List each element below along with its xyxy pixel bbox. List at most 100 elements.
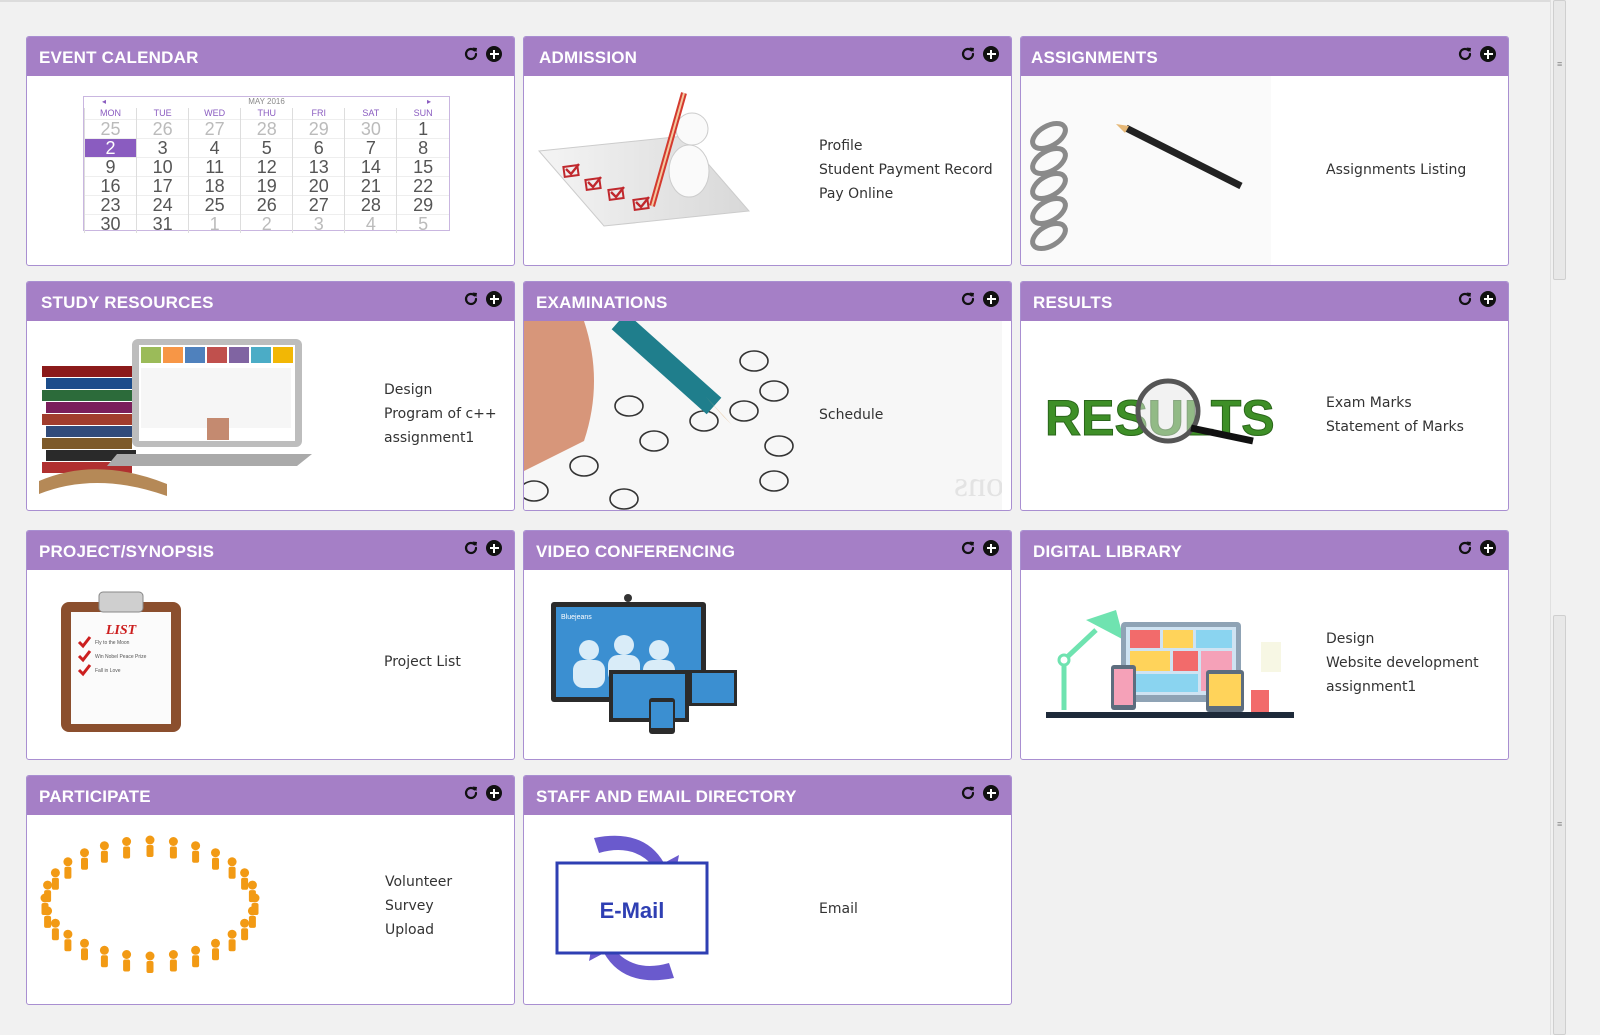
admission-link[interactable]: Student Payment Record — [819, 158, 993, 182]
plus-circle-icon[interactable] — [983, 46, 999, 62]
plus-circle-icon[interactable] — [983, 540, 999, 556]
calendar-day[interactable]: 11 — [188, 156, 241, 176]
calendar-day[interactable]: 23 — [83, 194, 137, 214]
calendar-weekday: MON — [83, 108, 137, 119]
calendar-day[interactable]: 17 — [136, 175, 189, 195]
refresh-icon[interactable] — [1457, 540, 1473, 556]
calendar-day[interactable]: 29 — [396, 194, 449, 214]
checklist-figure-illustration — [537, 92, 751, 227]
refresh-icon[interactable] — [463, 540, 479, 556]
project-synopsis-link[interactable]: Project List — [384, 650, 461, 674]
calendar-day[interactable]: 5 — [240, 137, 293, 157]
calendar-day[interactable]: 31 — [136, 213, 189, 233]
calendar-day[interactable]: 25 — [188, 194, 241, 214]
staff-email-directory-link[interactable]: Email — [819, 897, 858, 921]
digital-library-panel-title: DIGITAL LIBRARY — [1033, 542, 1183, 561]
participate-link[interactable]: Upload — [385, 918, 452, 942]
calendar-day[interactable]: 24 — [136, 194, 189, 214]
calendar-day[interactable]: 18 — [188, 175, 241, 195]
clipboard-item-2: Win Nobel Peace Prize — [95, 654, 147, 660]
calendar-day[interactable]: 26 — [136, 118, 189, 138]
calendar-day[interactable]: 16 — [83, 175, 137, 195]
calendar-day[interactable]: 5 — [396, 213, 449, 233]
scrollbar-thumb-lower[interactable]: ≡ — [1553, 615, 1566, 1035]
assignments-link[interactable]: Assignments Listing — [1326, 158, 1466, 182]
digital-library-link[interactable]: Website development — [1326, 651, 1479, 675]
calendar-day[interactable]: 28 — [240, 118, 293, 138]
calendar-day[interactable]: 22 — [396, 175, 449, 195]
calendar-day[interactable]: 27 — [188, 118, 241, 138]
calendar-day[interactable]: 14 — [344, 156, 397, 176]
plus-circle-icon[interactable] — [1480, 46, 1496, 62]
event-calendar-widget: ◂ MAY 2016 ▸ MON TUE WED THU FRI SAT SUN 25 26 27… — [83, 96, 450, 233]
calendar-day[interactable]: 1 — [396, 118, 449, 138]
plus-circle-icon[interactable] — [486, 540, 502, 556]
plus-circle-icon[interactable] — [1480, 540, 1496, 556]
study-resources-panel: STUDY RESOURCES Design Program of c++ assi… — [26, 281, 515, 511]
calendar-day[interactable]: 8 — [396, 137, 449, 157]
plus-circle-icon[interactable] — [983, 785, 999, 801]
calendar-next-arrow[interactable]: ▸ — [427, 97, 431, 106]
plus-circle-icon[interactable] — [486, 291, 502, 307]
plus-circle-icon[interactable] — [983, 291, 999, 307]
calendar-day[interactable]: 12 — [240, 156, 293, 176]
plus-circle-icon[interactable] — [486, 46, 502, 62]
calendar-day[interactable]: 29 — [292, 118, 345, 138]
results-links: Exam Marks Statement of Marks — [1326, 391, 1464, 439]
refresh-icon[interactable] — [1457, 291, 1473, 307]
calendar-day[interactable]: 6 — [292, 137, 345, 157]
results-link[interactable]: Exam Marks — [1326, 391, 1464, 415]
participate-link[interactable]: Volunteer — [385, 870, 452, 894]
calendar-day[interactable]: 30 — [83, 213, 137, 233]
refresh-icon[interactable] — [960, 540, 976, 556]
plus-circle-icon[interactable] — [1480, 291, 1496, 307]
results-panel-title: RESULTS — [1033, 293, 1113, 312]
study-resources-link[interactable]: assignment1 — [384, 426, 497, 450]
calendar-day[interactable]: 27 — [292, 194, 345, 214]
calendar-day[interactable]: 25 — [83, 118, 137, 138]
refresh-icon[interactable] — [463, 291, 479, 307]
admission-link[interactable]: Pay Online — [819, 182, 993, 206]
calendar-day[interactable]: 9 — [83, 156, 137, 176]
refresh-icon[interactable] — [1457, 46, 1473, 62]
calendar-weekday: THU — [240, 108, 293, 119]
calendar-day[interactable]: 2 — [83, 137, 137, 157]
refresh-icon[interactable] — [463, 785, 479, 801]
study-resources-panel-body: Design Program of c++ assignment1 — [27, 321, 514, 510]
participate-link[interactable]: Survey — [385, 894, 452, 918]
clipboard-list-illustration: LIST Fly to the Moon Win Nobel Peace Prize… — [61, 591, 181, 732]
calendar-day[interactable]: 13 — [292, 156, 345, 176]
admission-link[interactable]: Profile — [819, 134, 993, 158]
calendar-day[interactable]: 15 — [396, 156, 449, 176]
examinations-link[interactable]: Schedule — [819, 403, 883, 427]
calendar-day[interactable]: 7 — [344, 137, 397, 157]
calendar-day[interactable]: 4 — [188, 137, 241, 157]
digital-library-link[interactable]: assignment1 — [1326, 675, 1479, 699]
refresh-icon[interactable] — [960, 291, 976, 307]
calendar-day[interactable]: 19 — [240, 175, 293, 195]
calendar-day[interactable]: 20 — [292, 175, 345, 195]
calendar-day[interactable]: 3 — [136, 137, 189, 157]
calendar-day[interactable]: 30 — [344, 118, 397, 138]
calendar-weekday: WED — [188, 108, 241, 119]
study-resources-link[interactable]: Design — [384, 378, 497, 402]
study-resources-link[interactable]: Program of c++ — [384, 402, 497, 426]
results-link[interactable]: Statement of Marks — [1326, 415, 1464, 439]
scrollbar[interactable]: ≡ ≡ — [1550, 0, 1568, 1035]
calendar-day[interactable]: 10 — [136, 156, 189, 176]
refresh-icon[interactable] — [960, 785, 976, 801]
refresh-icon[interactable] — [463, 46, 479, 62]
refresh-icon[interactable] — [960, 46, 976, 62]
calendar-day[interactable]: 2 — [240, 213, 293, 233]
calendar-day[interactable]: 1 — [188, 213, 241, 233]
calendar-day[interactable]: 28 — [344, 194, 397, 214]
scrollbar-thumb-upper[interactable]: ≡ — [1553, 0, 1566, 280]
digital-library-link[interactable]: Design — [1326, 627, 1479, 651]
calendar-day[interactable]: 3 — [292, 213, 345, 233]
plus-circle-icon[interactable] — [486, 785, 502, 801]
event-calendar-panel-title: EVENT CALENDAR — [39, 48, 199, 67]
exam-pencil-illustration: Examinations — [524, 321, 1002, 510]
calendar-day[interactable]: 4 — [344, 213, 397, 233]
calendar-day[interactable]: 26 — [240, 194, 293, 214]
calendar-day[interactable]: 21 — [344, 175, 397, 195]
